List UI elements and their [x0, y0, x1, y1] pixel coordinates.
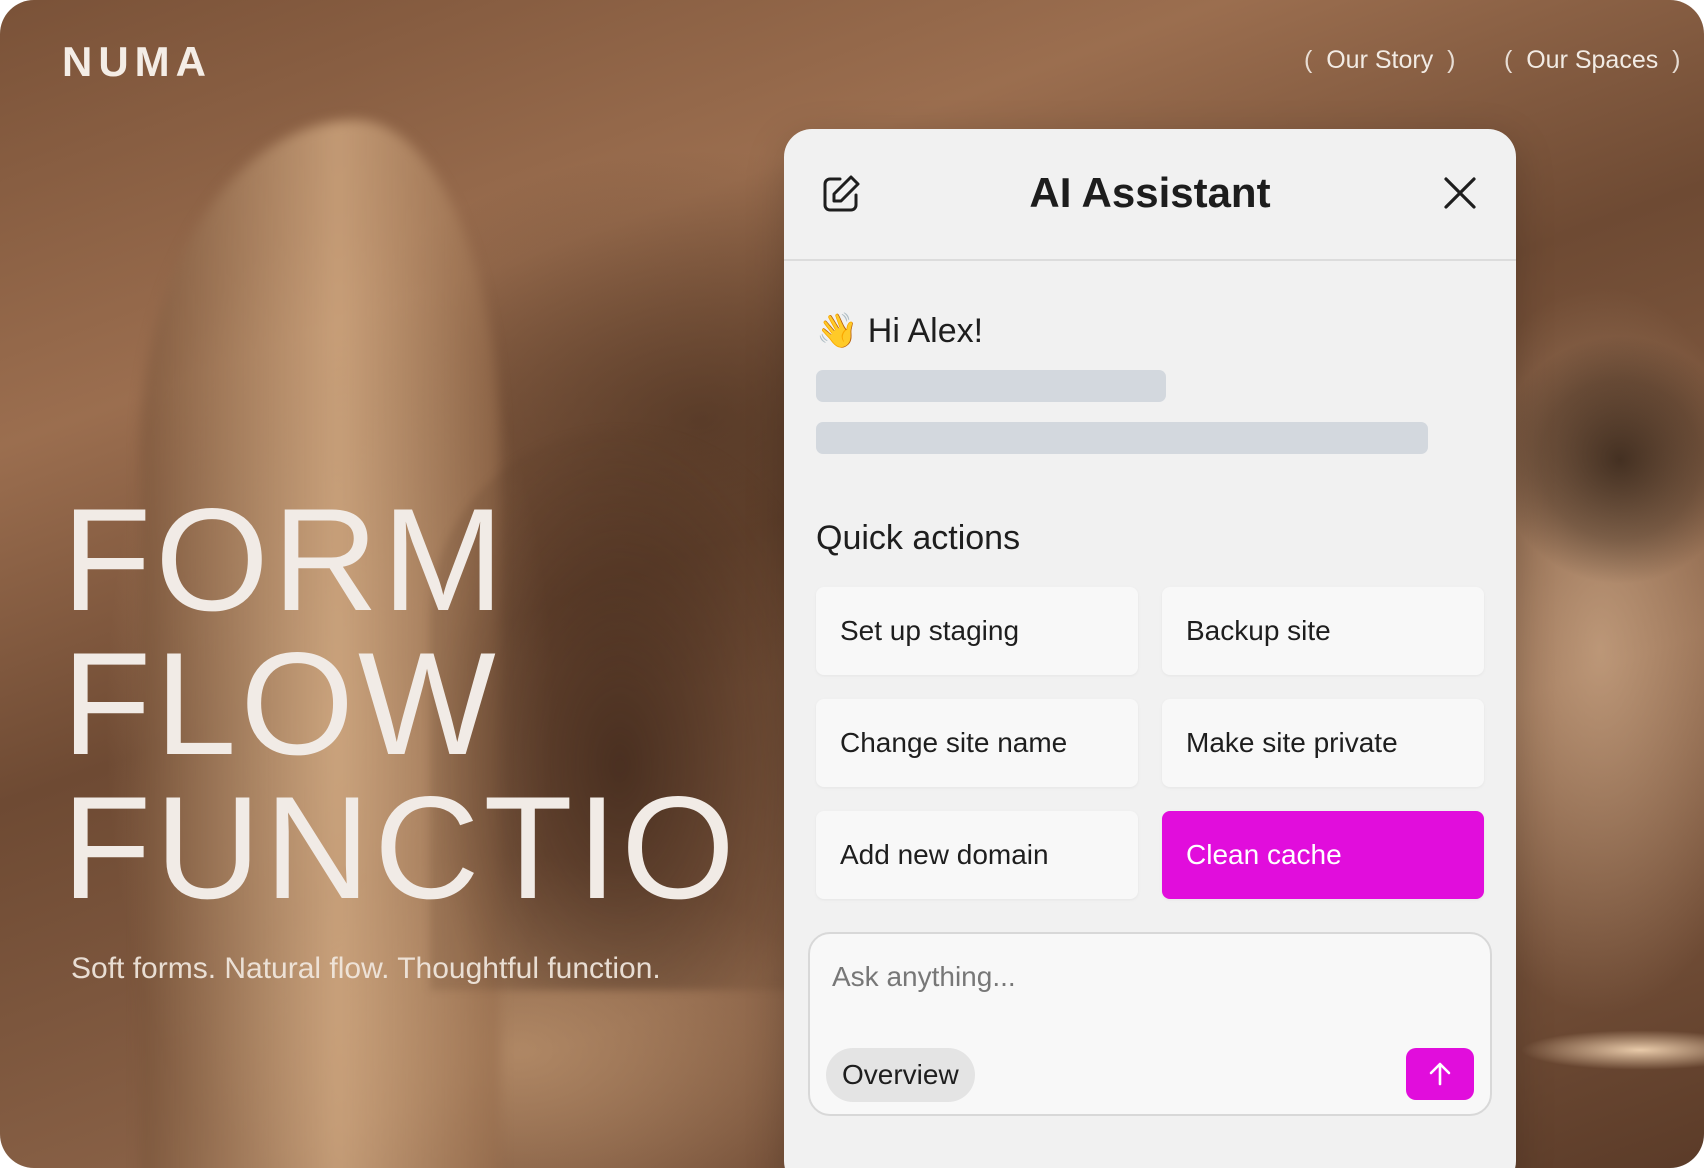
site-background: NUMA ( Our Story ) ( Our Spaces ) FORM F…	[0, 0, 1704, 1168]
nav-label: Our Story	[1326, 46, 1434, 74]
send-button[interactable]	[1406, 1048, 1474, 1100]
site-logo[interactable]: NUMA	[62, 38, 212, 86]
greeting-text: Hi Alex!	[867, 312, 984, 350]
quick-action-add-new-domain[interactable]: Add new domain	[816, 811, 1138, 899]
waving-hand-icon: 👋	[816, 312, 859, 350]
ai-assistant-panel: AI Assistant 👋 Hi Alex! Quick actions Se…	[784, 129, 1516, 1168]
mode-chip-overview[interactable]: Overview	[826, 1048, 975, 1102]
message-composer: Overview	[808, 932, 1492, 1116]
nav-our-story[interactable]: ( Our Story )	[1304, 46, 1455, 75]
quick-action-set-up-staging[interactable]: Set up staging	[816, 587, 1138, 675]
arrow-up-icon	[1429, 1062, 1451, 1086]
nav-close-paren: )	[1447, 46, 1456, 74]
panel-header: AI Assistant	[784, 129, 1516, 261]
nav-close-paren: )	[1672, 46, 1681, 74]
close-icon[interactable]	[1442, 175, 1478, 211]
greeting: 👋 Hi Alex!	[816, 311, 983, 351]
loading-skeleton-line	[816, 422, 1428, 454]
hero-tagline: Soft forms. Natural flow. Thoughtful fun…	[71, 952, 661, 985]
nav-open-paren: (	[1304, 46, 1313, 74]
hero-line: FLOW	[62, 622, 500, 785]
quick-action-backup-site[interactable]: Backup site	[1162, 587, 1484, 675]
loading-skeleton-line	[816, 370, 1166, 402]
nav-our-spaces[interactable]: ( Our Spaces )	[1504, 46, 1680, 75]
panel-title: AI Assistant	[1029, 169, 1271, 216]
hero-line: FORM	[62, 478, 508, 641]
hero-line: FUNCTIO	[62, 766, 739, 929]
quick-action-make-site-private[interactable]: Make site private	[1162, 699, 1484, 787]
hero-heading: FORM FLOW FUNCTIO	[62, 478, 739, 929]
quick-action-change-site-name[interactable]: Change site name	[816, 699, 1138, 787]
ask-anything-input[interactable]	[830, 956, 1454, 998]
background-light-glow	[1520, 1030, 1704, 1070]
background-tree	[1500, 330, 1704, 590]
quick-actions-heading: Quick actions	[816, 519, 1021, 557]
nav-label: Our Spaces	[1526, 46, 1659, 74]
quick-action-clean-cache[interactable]: Clean cache	[1162, 811, 1484, 899]
nav-open-paren: (	[1504, 46, 1513, 74]
